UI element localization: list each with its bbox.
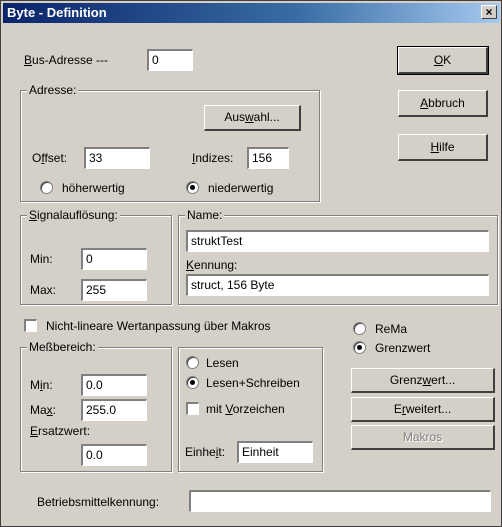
radio-read[interactable] [186, 356, 199, 369]
radio-rema-label: ReMa [375, 322, 408, 336]
name-legend: Name: [185, 208, 225, 222]
signal-resolution-legend: Signalauflösung: [27, 208, 120, 222]
signed-checkbox[interactable] [186, 402, 199, 415]
bus-address-input[interactable]: 0 [147, 49, 193, 71]
help-button[interactable]: Hilfe [398, 134, 488, 161]
measure-max-input[interactable]: 255.0 [81, 399, 147, 421]
measuring-range-legend: Meßbereich: [27, 340, 98, 354]
unit-label: Einheit: [185, 445, 226, 459]
name-input[interactable]: struktTest [186, 230, 489, 252]
identifier-label: Kennung: [186, 258, 238, 272]
substitute-value-label: Ersatzwert: [30, 424, 91, 438]
radio-low-order[interactable] [186, 181, 199, 194]
signed-label: mit Vorzeichen [206, 402, 285, 416]
radio-rema[interactable] [353, 322, 366, 335]
substitute-value-input[interactable]: 0.0 [81, 444, 147, 466]
nonlinear-checkbox[interactable] [24, 319, 37, 332]
macros-button[interactable]: Makros [351, 425, 495, 450]
indices-input[interactable]: 156 [247, 147, 289, 169]
cancel-button[interactable]: Abbruch [398, 90, 488, 117]
address-legend: Adresse: [27, 83, 79, 97]
bus-address-label: Bus-Adresse --- [24, 53, 109, 67]
extended-button[interactable]: Erweitert... [351, 397, 495, 422]
unit-input[interactable]: Einheit [237, 441, 313, 463]
offset-label: Offset: [32, 151, 68, 165]
radio-limit[interactable] [353, 341, 366, 354]
radio-limit-label: Grenzwert [375, 341, 431, 355]
equipment-id-label: Betriebsmittelkennung: [37, 495, 160, 509]
offset-input[interactable]: 33 [84, 147, 150, 169]
close-icon[interactable]: × [481, 5, 497, 19]
measure-min-input[interactable]: 0.0 [81, 374, 147, 396]
signal-max-input[interactable]: 255 [81, 279, 147, 301]
title-bar: Byte - Definition × [3, 3, 500, 23]
measure-max-label: Max: [30, 403, 57, 417]
select-button[interactable]: Auswahl... [204, 105, 301, 131]
radio-read-write-label: Lesen+Schreiben [206, 376, 300, 390]
signal-min-input[interactable]: 0 [81, 248, 147, 270]
signal-min-label: Min: [30, 252, 53, 266]
limit-value-button[interactable]: Grenzwert... [351, 368, 495, 393]
measure-min-label: Min: [30, 378, 53, 392]
ok-button[interactable]: OK [397, 46, 489, 75]
window-title: Byte - Definition [7, 5, 107, 20]
byte-definition-dialog: Byte - Definition × Bus-Adresse --- 0 OK… [0, 0, 502, 527]
radio-low-order-label: niederwertig [208, 181, 274, 195]
equipment-id-input[interactable] [189, 490, 491, 512]
nonlinear-label: Nicht-lineare Wertanpassung über Makros [46, 319, 271, 333]
indices-label: Indizes: [192, 151, 234, 165]
radio-high-order-label: höherwertig [62, 181, 125, 195]
radio-read-write[interactable] [186, 376, 199, 389]
radio-high-order[interactable] [40, 181, 53, 194]
identifier-input[interactable]: struct, 156 Byte [186, 274, 489, 296]
signal-max-label: Max: [30, 283, 57, 297]
radio-read-label: Lesen [206, 356, 239, 370]
